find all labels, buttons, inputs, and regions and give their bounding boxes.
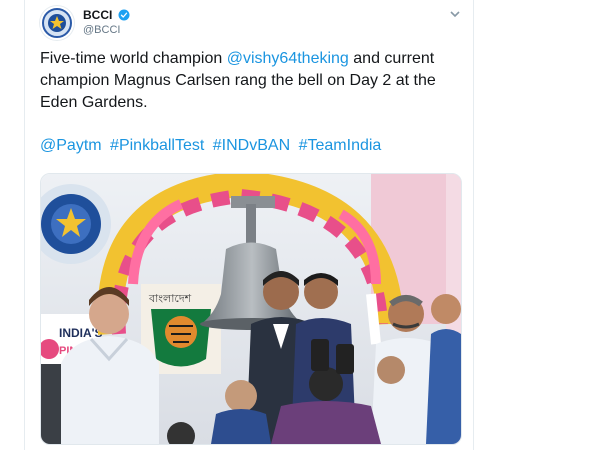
author-name[interactable]: BCCI — [83, 8, 112, 22]
hashtag-row: @Paytm #PinkballTest #INDvBAN #TeamIndia — [40, 135, 450, 157]
chevron-down-icon[interactable] — [450, 10, 460, 18]
tweet-body: Five-time world champion @vishy64theking… — [40, 48, 440, 114]
bcci-avatar[interactable] — [40, 6, 74, 40]
bangladesh-label: বাংলাদেশ — [148, 292, 192, 305]
bcci-logo-icon — [41, 7, 73, 39]
hashtag-indvban-link[interactable]: #INDvBAN — [213, 137, 290, 154]
hashtag-pinkballtest-link[interactable]: #PinkballTest — [110, 137, 204, 154]
bell-ringing-photo: INDIA'S PINK বাংলাদেশ — [41, 174, 461, 444]
verified-badge-icon — [118, 9, 130, 21]
tweet-text-part-1: Five-time world champion — [40, 50, 227, 67]
author-handle[interactable]: @BCCI — [83, 24, 120, 36]
tweet-photo[interactable]: INDIA'S PINK বাংলাদেশ — [40, 173, 462, 445]
hashtag-teamindia-link[interactable]: #TeamIndia — [299, 137, 382, 154]
mention-link[interactable]: @vishy64theking — [227, 50, 349, 67]
mention-paytm-link[interactable]: @Paytm — [40, 137, 102, 154]
